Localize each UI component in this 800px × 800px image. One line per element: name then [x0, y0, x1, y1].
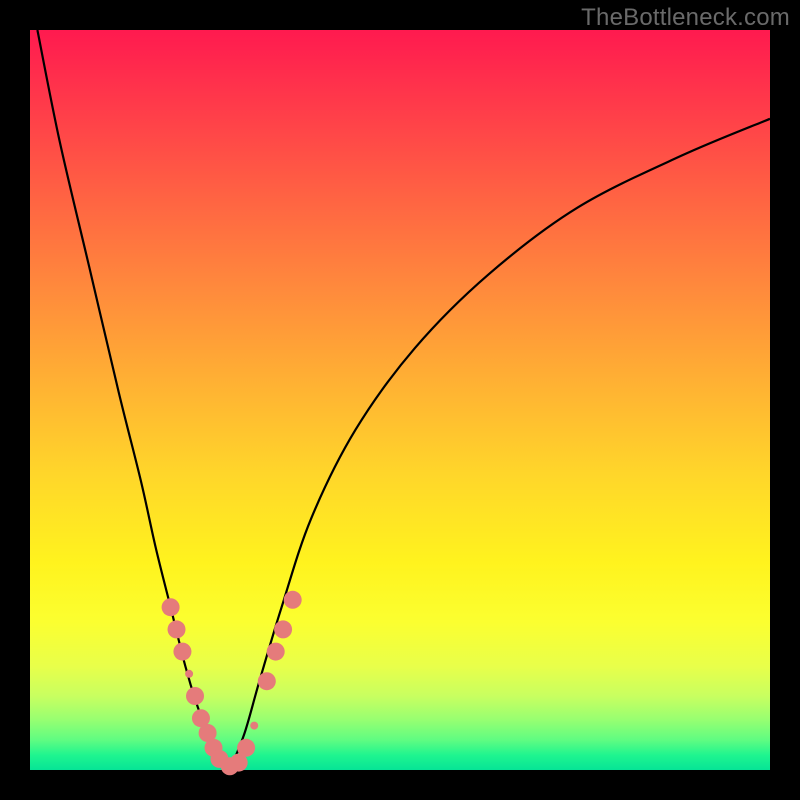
marker-bead	[168, 620, 186, 638]
chart-svg	[30, 30, 770, 770]
left-branch-curve	[37, 30, 229, 770]
plot-area	[30, 30, 770, 770]
marker-bead	[274, 620, 292, 638]
marker-group	[162, 591, 302, 776]
marker-bead	[258, 672, 276, 690]
marker-bead	[284, 591, 302, 609]
watermark-text: TheBottleneck.com	[581, 4, 790, 32]
marker-bead	[237, 739, 255, 757]
marker-bead	[162, 598, 180, 616]
marker-bead	[173, 643, 191, 661]
marker-bead	[185, 670, 193, 678]
marker-bead	[186, 687, 204, 705]
right-branch-curve	[230, 119, 770, 770]
marker-bead	[267, 643, 285, 661]
marker-bead	[250, 722, 258, 730]
